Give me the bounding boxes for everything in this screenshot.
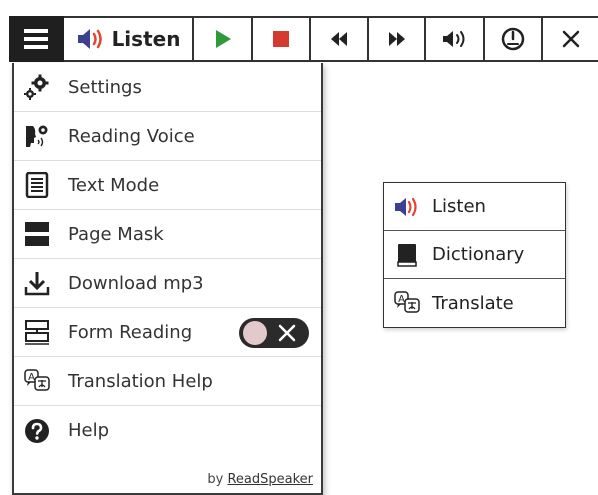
speed-button[interactable] [484, 16, 544, 62]
close-icon [562, 30, 579, 48]
menu-item-text-mode[interactable]: Text Mode [14, 161, 321, 210]
readspeaker-toolbar: Listen [9, 16, 598, 62]
text-document-icon [24, 172, 50, 198]
menu-item-page-mask[interactable]: Page Mask [14, 210, 321, 259]
popup-item-listen[interactable]: Listen [384, 183, 565, 231]
book-icon [394, 243, 420, 267]
popup-item-label: Listen [432, 196, 486, 217]
selection-popup: Listen Dictionary A Translate [383, 182, 566, 328]
speaker-icon [394, 195, 420, 219]
page-mask-icon [24, 221, 50, 247]
footer-prefix: by [207, 472, 224, 487]
play-button[interactable] [194, 16, 253, 62]
menu-item-label: Help [68, 420, 110, 441]
menu-item-label: Translation Help [68, 370, 213, 392]
menu-item-label: Form Reading [68, 321, 193, 343]
help-icon [24, 418, 50, 444]
settings-menu: Settings Reading Voice Text Mode Page Ma… [12, 63, 323, 495]
menu-item-form-reading[interactable]: Form Reading [14, 308, 321, 357]
translate-icon: A [394, 291, 420, 315]
menu-item-help[interactable]: Help [14, 406, 321, 455]
gears-icon [24, 74, 50, 100]
form-icon [24, 319, 50, 345]
svg-text:A: A [398, 294, 405, 305]
menu-item-label: Text Mode [68, 174, 160, 196]
fast-forward-button[interactable] [368, 16, 427, 62]
stop-button[interactable] [252, 16, 312, 62]
volume-icon [442, 31, 465, 47]
voice-settings-icon [24, 123, 50, 149]
popup-item-dictionary[interactable]: Dictionary [384, 231, 565, 279]
readspeaker-link[interactable]: ReadSpeaker [227, 472, 313, 487]
popup-item-translate[interactable]: A Translate [384, 279, 565, 327]
translate-icon: A [24, 368, 50, 394]
close-icon [278, 324, 296, 342]
menu-item-label: Download mp3 [68, 272, 204, 294]
menu-item-label: Reading Voice [68, 125, 195, 147]
volume-button[interactable] [426, 16, 485, 62]
toggle-knob [243, 321, 267, 345]
menu-footer: by ReadSpeaker [207, 472, 313, 487]
speaker-icon [77, 29, 102, 49]
menu-item-label: Page Mask [68, 223, 164, 245]
close-button[interactable] [543, 16, 598, 62]
menu-item-settings[interactable]: Settings [14, 63, 321, 112]
play-icon [215, 30, 231, 48]
download-icon [24, 270, 50, 296]
popup-item-label: Dictionary [432, 244, 525, 265]
rewind-button[interactable] [311, 16, 369, 62]
rewind-icon [331, 32, 348, 46]
speed-gauge-icon [501, 27, 525, 51]
menu-item-translation-help[interactable]: A Translation Help [14, 357, 321, 406]
svg-text:A: A [28, 372, 35, 383]
form-reading-toggle[interactable] [239, 318, 309, 348]
menu-button[interactable] [9, 16, 64, 62]
fast-forward-icon [388, 32, 405, 46]
listen-button[interactable]: Listen [63, 16, 195, 62]
hamburger-icon [24, 29, 49, 49]
listen-label: Listen [111, 27, 181, 51]
popup-item-label: Translate [432, 292, 514, 314]
stop-icon [273, 31, 290, 47]
menu-item-download-mp3[interactable]: Download mp3 [14, 259, 321, 308]
menu-item-label: Settings [68, 76, 142, 98]
menu-item-reading-voice[interactable]: Reading Voice [14, 112, 321, 161]
